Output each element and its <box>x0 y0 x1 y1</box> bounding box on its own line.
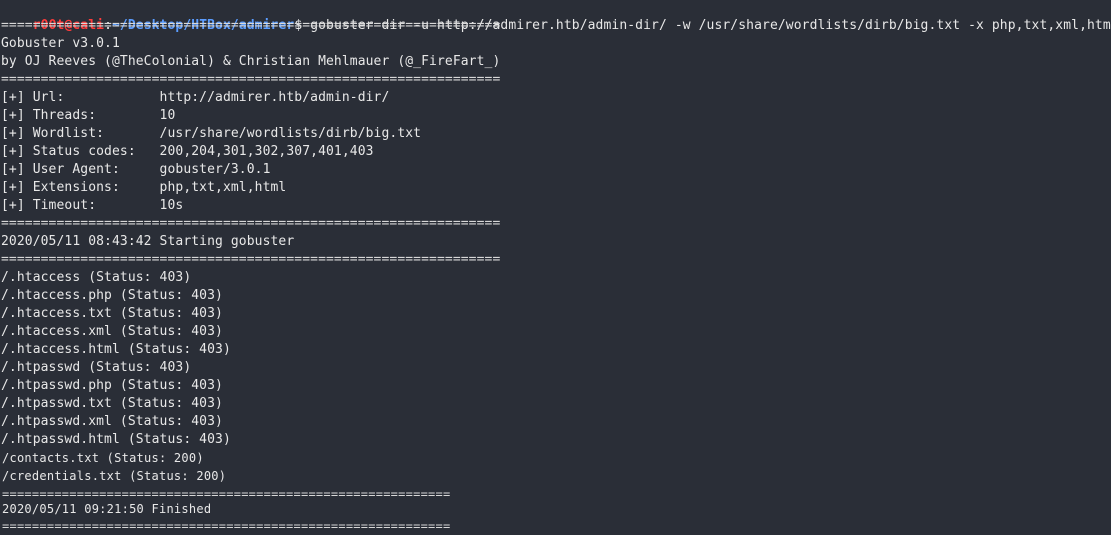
result-line: /.htaccess.txt (Status: 403) <box>1 306 223 321</box>
config-url: [+] Url: http://admirer.htb/admin-dir/ <box>1 90 390 105</box>
banner-version: Gobuster v3.0.1 <box>1 36 120 51</box>
result-line: /.htaccess.xml (Status: 403) <box>1 324 223 339</box>
terminal-window[interactable]: r00t@cali:~/Desktop/HTBox/admirer$ gobus… <box>0 0 1111 533</box>
banner-authors: by OJ Reeves (@TheColonial) & Christian … <box>1 54 501 69</box>
result-line: /.htpasswd.xml (Status: 403) <box>1 414 223 429</box>
config-extensions: [+] Extensions: php,txt,xml,html <box>1 180 287 195</box>
result-line: /.htpasswd (Status: 403) <box>1 360 192 375</box>
result-line: /.htpasswd.txt (Status: 403) <box>1 396 223 411</box>
config-threads: [+] Threads: 10 <box>1 108 176 123</box>
result-line-found: /credentials.txt (Status: 200) <box>2 469 227 483</box>
result-line: /.htaccess (Status: 403) <box>1 270 192 285</box>
separator-line: ========================================… <box>1 216 501 231</box>
result-line: /.htpasswd.php (Status: 403) <box>1 378 223 393</box>
separator-line: ========================================… <box>1 72 501 87</box>
start-message: 2020/05/11 08:43:42 Starting gobuster <box>1 234 295 249</box>
config-wordlist: [+] Wordlist: /usr/share/wordlists/dirb/… <box>1 126 422 141</box>
separator-line: ========================================… <box>1 18 501 33</box>
result-line-found: /contacts.txt (Status: 200) <box>2 451 204 465</box>
prompt-line: r00t@cali:~/Desktop/HTBox/admirer$ gobus… <box>1 0 1111 33</box>
separator-line: ========================================… <box>2 519 451 533</box>
separator-line: ========================================… <box>1 252 501 267</box>
config-status-codes: [+] Status codes: 200,204,301,302,307,40… <box>1 144 374 159</box>
config-timeout: [+] Timeout: 10s <box>1 198 184 213</box>
finish-message: 2020/05/11 09:21:50 Finished <box>2 502 212 516</box>
result-line: /.htaccess.html (Status: 403) <box>1 342 231 357</box>
config-user-agent: [+] User Agent: gobuster/3.0.1 <box>1 162 271 177</box>
result-line: /.htpasswd.html (Status: 403) <box>1 432 231 447</box>
result-line: /.htaccess.php (Status: 403) <box>1 288 223 303</box>
